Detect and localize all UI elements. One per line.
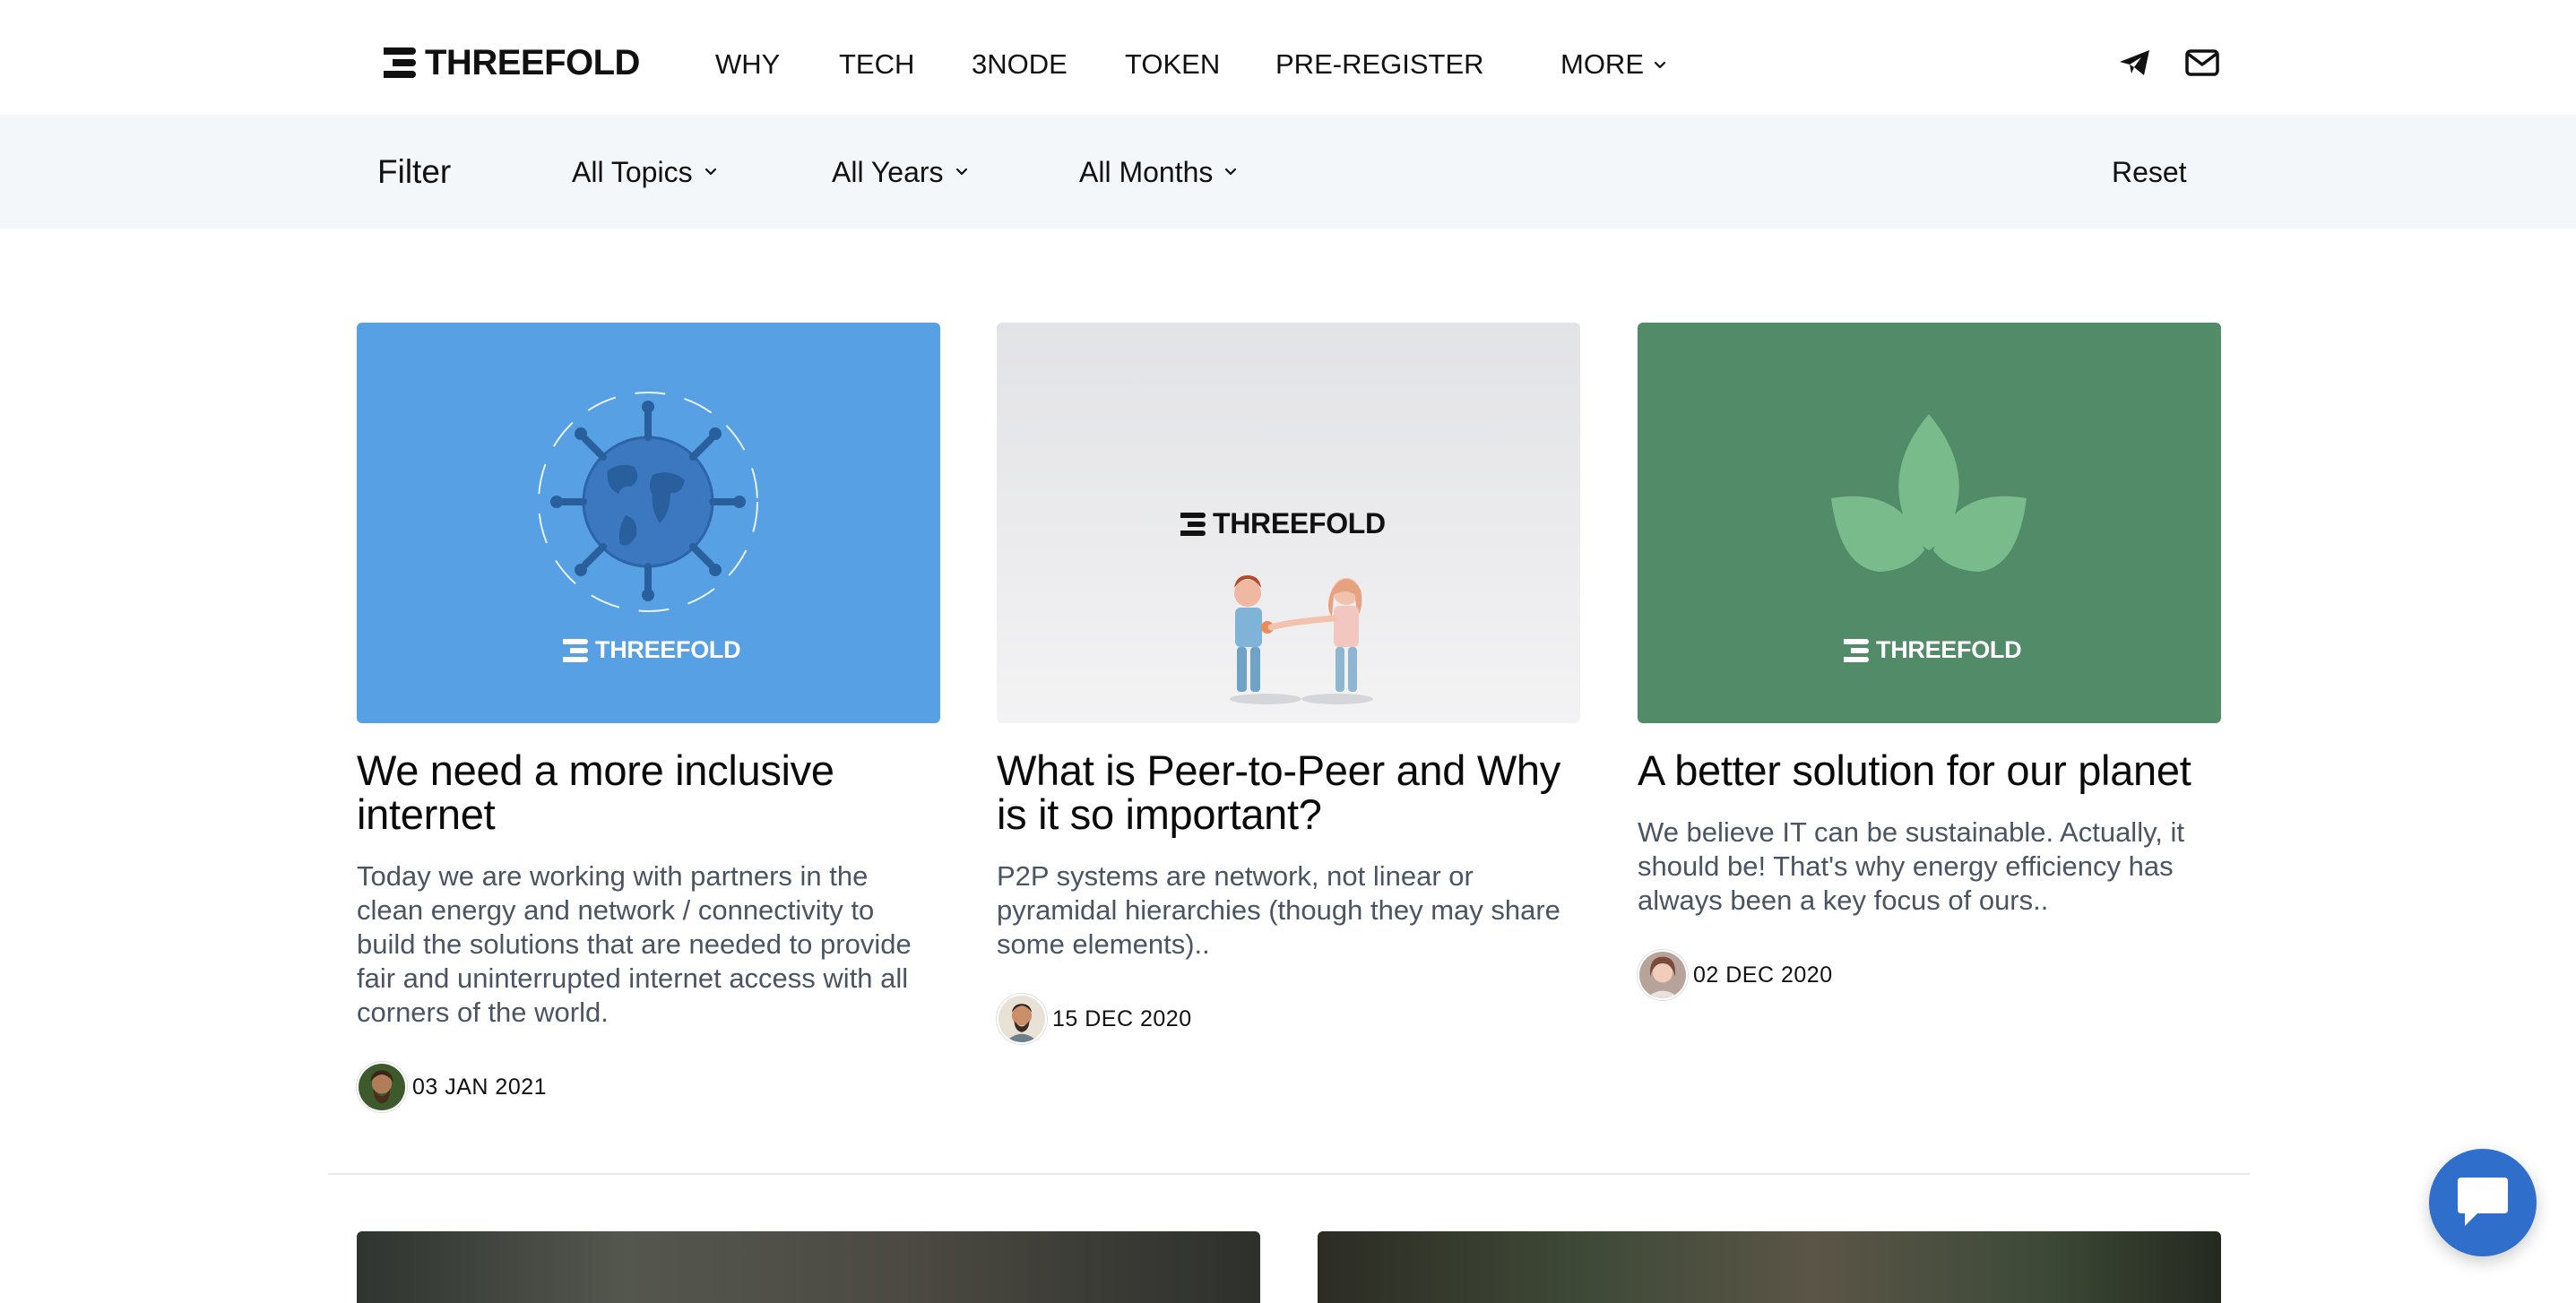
post-card[interactable]: THREEFOLD What is Peer-to-Peer and Why i…: [997, 323, 1580, 1044]
post-meta: 15 DEC 2020: [997, 994, 1580, 1044]
chevron-down-icon: [1654, 61, 1666, 69]
post-image-next-2[interactable]: [1318, 1231, 2221, 1303]
post-excerpt: P2P systems are network, not linear or p…: [997, 860, 1560, 960]
avatar: [357, 1062, 407, 1112]
filter-bar: Filter All Topics All Years All Months R…: [0, 115, 2576, 229]
threefold-logo[interactable]: THREEFOLD: [384, 45, 640, 81]
site-header: THREEFOLD WHY TECH 3NODE TOKEN PRE-REGIS…: [0, 0, 2576, 115]
post-date: 15 DEC 2020: [1052, 1005, 1192, 1031]
post-image-next-1[interactable]: [357, 1231, 1260, 1303]
post-meta: 03 JAN 2021: [357, 1062, 940, 1112]
nav-more[interactable]: MORE: [1560, 47, 1667, 82]
nav-3node[interactable]: 3NODE: [972, 47, 1068, 82]
logo-mark-icon: [384, 47, 416, 78]
logo-text: THREEFOLD: [425, 43, 640, 82]
nav-why[interactable]: WHY: [715, 47, 780, 82]
chat-button[interactable]: [2429, 1149, 2537, 1256]
post-meta: 02 DEC 2020: [1638, 950, 2221, 1000]
chevron-down-icon: [955, 168, 967, 176]
image-brand-text: THREEFOLD: [595, 636, 741, 663]
filter-label: Filter: [377, 153, 452, 190]
post-image-better-planet[interactable]: THREEFOLD: [1638, 323, 2221, 723]
post-image-peer-to-peer[interactable]: THREEFOLD: [997, 323, 1580, 723]
chat-bubble-icon: [2458, 1178, 2508, 1226]
post-title[interactable]: A better solution for our planet: [1638, 748, 2221, 792]
chevron-down-icon: [705, 168, 716, 176]
nav-tech[interactable]: TECH: [839, 47, 914, 82]
post-card[interactable]: THREEFOLD A better solution for our plan…: [1638, 323, 2221, 1000]
image-brand-text: THREEFOLD: [1876, 636, 2022, 663]
post-title[interactable]: What is Peer-to-Peer and Why is it so im…: [997, 748, 1580, 836]
section-divider: [328, 1173, 2250, 1175]
post-excerpt: We believe IT can be sustainable. Actual…: [1638, 816, 2185, 916]
chevron-down-icon: [1225, 168, 1237, 176]
avatar: [997, 994, 1047, 1044]
post-excerpt: Today we are working with partners in th…: [357, 860, 912, 1028]
topics-dropdown[interactable]: All Topics: [572, 154, 718, 190]
post-date: 02 DEC 2020: [1693, 962, 1833, 988]
nav-token[interactable]: TOKEN: [1125, 47, 1220, 82]
logo-mark-icon: [1844, 638, 1869, 662]
nav-pre-register[interactable]: PRE-REGISTER: [1275, 47, 1484, 82]
avatar: [1638, 950, 1688, 1000]
post-image-inclusive-internet[interactable]: THREEFOLD: [357, 323, 940, 723]
years-dropdown[interactable]: All Years: [832, 154, 969, 190]
image-brand-logo: THREEFOLD: [563, 636, 741, 664]
post-card[interactable]: THREEFOLD We need a more inclusive inter…: [357, 323, 940, 1112]
mail-icon[interactable]: [2184, 47, 2220, 79]
months-dropdown-label: All Months: [1079, 156, 1214, 188]
telegram-icon[interactable]: [2117, 47, 2153, 79]
post-title[interactable]: We need a more inclusive internet: [357, 748, 940, 836]
post-date: 03 JAN 2021: [412, 1074, 548, 1100]
reset-button[interactable]: Reset: [2112, 154, 2187, 190]
nav-more-label: MORE: [1560, 48, 1644, 80]
toy-figures-icon: [1230, 575, 1373, 704]
logo-mark-icon: [563, 638, 588, 662]
years-dropdown-label: All Years: [832, 156, 944, 188]
image-brand-logo: THREEFOLD: [1844, 636, 2022, 664]
months-dropdown[interactable]: All Months: [1079, 154, 1238, 190]
topics-dropdown-label: All Topics: [572, 156, 693, 188]
